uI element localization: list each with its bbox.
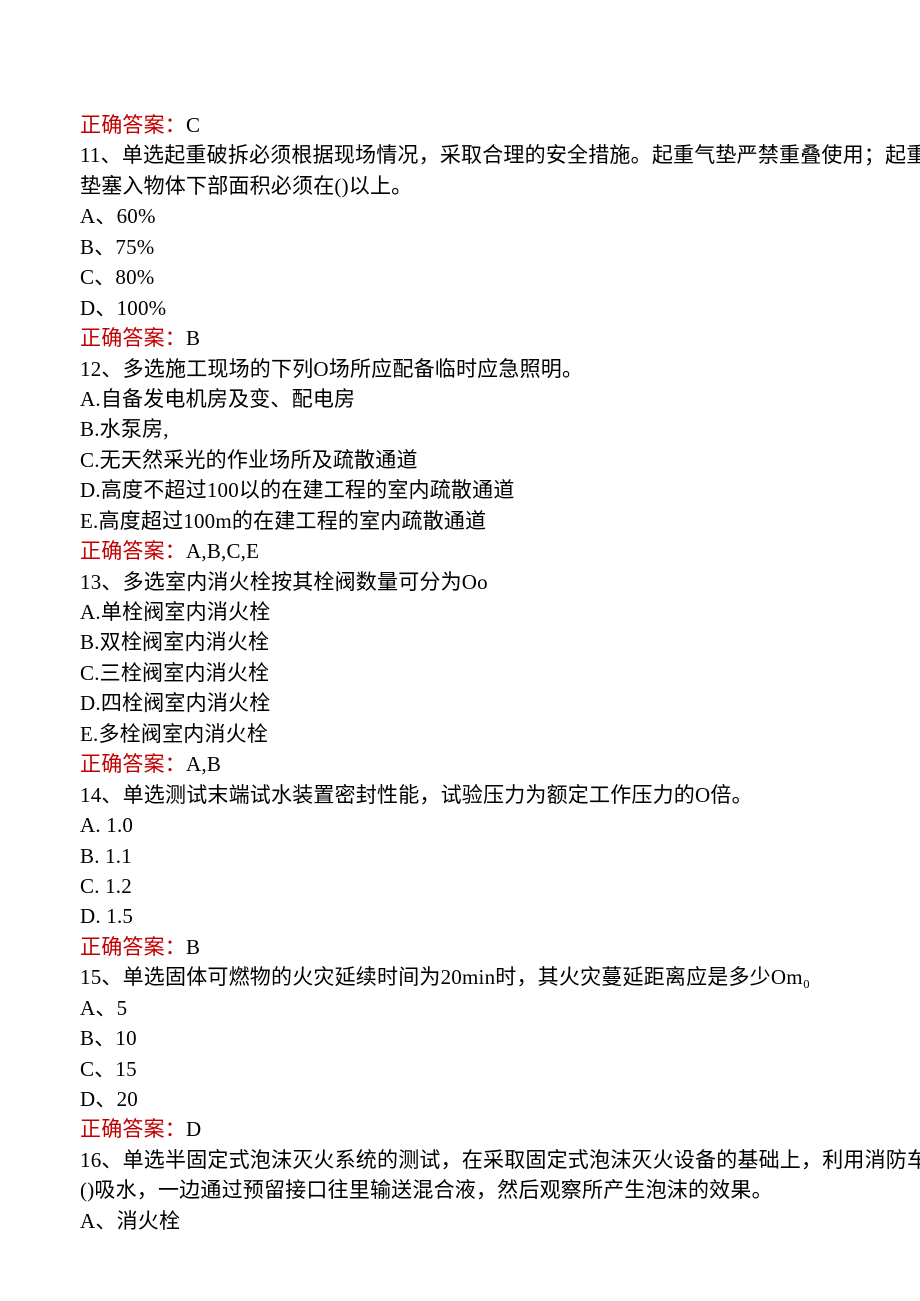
text-line: B、10 — [80, 1023, 920, 1053]
text-line: D、100% — [80, 293, 920, 323]
text-line: B. 1.1 — [80, 841, 920, 871]
answer-label: 正确答案： — [80, 326, 186, 350]
text-line: 16、单选半固定式泡沫灭火系统的测试，在采取固定式泡沫灭火设备的基础上，利用消防… — [80, 1145, 920, 1206]
text-line: 11、单选起重破拆必须根据现场情况，采取合理的安全措施。起重气垫严禁重叠使用；起… — [80, 140, 920, 201]
text-line: A.自备发电机房及变、配电房 — [80, 384, 920, 414]
text-line: A.单栓阀室内消火栓 — [80, 597, 920, 627]
answer-line: 正确答案：D — [80, 1114, 920, 1144]
text-line: 14、单选测试末端试水装置密封性能，试验压力为额定工作压力的O倍。 — [80, 780, 920, 810]
answer-line: 正确答案：B — [80, 932, 920, 962]
answer-value: B — [186, 326, 200, 350]
answer-line: 正确答案：A,B,C,E — [80, 536, 920, 566]
text-line: A、消火栓 — [80, 1206, 920, 1236]
text-line: 12、多选施工现场的下列O场所应配备临时应急照明。 — [80, 354, 920, 384]
text-line: A、60% — [80, 201, 920, 231]
text-line: C.三栓阀室内消火栓 — [80, 658, 920, 688]
answer-label: 正确答案： — [80, 935, 186, 959]
text-line: B、75% — [80, 232, 920, 262]
text-line: B.双栓阀室内消火栓 — [80, 627, 920, 657]
answer-label: 正确答案： — [80, 113, 186, 137]
text-line: C.无天然采光的作业场所及疏散通道 — [80, 445, 920, 475]
text-line: D、20 — [80, 1084, 920, 1114]
document-content: 正确答案：C11、单选起重破拆必须根据现场情况，采取合理的安全措施。起重气垫严禁… — [80, 110, 920, 1236]
answer-label: 正确答案： — [80, 539, 186, 563]
answer-value: D — [186, 1117, 201, 1141]
answer-value: B — [186, 935, 200, 959]
text-line: D. 1.5 — [80, 901, 920, 931]
text-line: E.高度超过100m的在建工程的室内疏散通道 — [80, 506, 920, 536]
answer-value: A,B,C,E — [186, 539, 259, 563]
text-line: C. 1.2 — [80, 871, 920, 901]
text-line: A、5 — [80, 993, 920, 1023]
text-line: B.水泵房, — [80, 414, 920, 444]
answer-value: C — [186, 113, 200, 137]
answer-line: 正确答案：A,B — [80, 749, 920, 779]
text-line: C、15 — [80, 1054, 920, 1084]
text-line: D.高度不超过100以的在建工程的室内疏散通道 — [80, 475, 920, 505]
answer-label: 正确答案： — [80, 1117, 186, 1141]
text-line: D.四栓阀室内消火栓 — [80, 688, 920, 718]
answer-label: 正确答案： — [80, 752, 186, 776]
answer-line: 正确答案：B — [80, 323, 920, 353]
text-line: A. 1.0 — [80, 810, 920, 840]
text-line: E.多栓阀室内消火栓 — [80, 719, 920, 749]
answer-line: 正确答案：C — [80, 110, 920, 140]
text-line: 13、多选室内消火栓按其栓阀数量可分为Oo — [80, 567, 920, 597]
text-line: C、80% — [80, 262, 920, 292]
answer-value: A,B — [186, 752, 221, 776]
text-line: 15、单选固体可燃物的火灾延续时间为20min时，其火灾蔓延距离应是多少Om₀ — [80, 962, 920, 992]
